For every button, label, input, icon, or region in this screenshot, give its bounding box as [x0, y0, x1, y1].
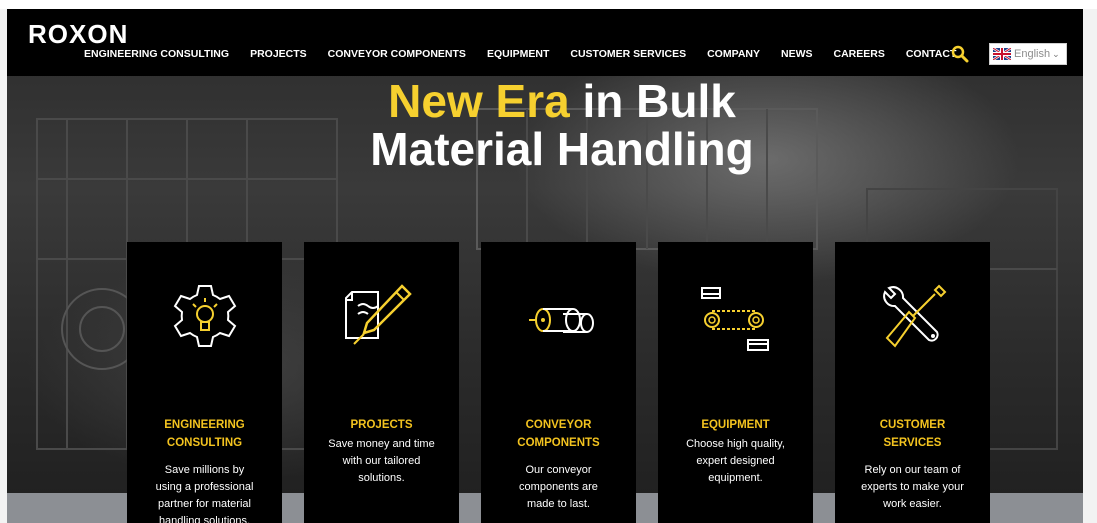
- card-projects[interactable]: PROJECTS Save money and time with our ta…: [304, 242, 459, 523]
- card-title-line-2: COMPONENTS: [517, 437, 600, 449]
- headline-rest: in Bulk: [569, 75, 736, 127]
- headline-highlight: New Era: [388, 75, 570, 127]
- card-desc-line: partner for material: [158, 498, 251, 510]
- card-title: EQUIPMENT: [701, 419, 770, 431]
- nav-item-contact[interactable]: CONTACT: [906, 48, 957, 60]
- top-navigation: ROXON ENGINEERING CONSULTING PROJECTS CO…: [7, 9, 1083, 76]
- nav-item-projects[interactable]: PROJECTS: [250, 48, 307, 60]
- card-engineering-consulting[interactable]: ENGINEERING CONSULTING Save millions by …: [127, 242, 282, 523]
- headline-line-2: Material Handling: [370, 123, 754, 175]
- card-desc-line: equipment.: [708, 472, 763, 484]
- card-desc-line: handling solutions.: [158, 515, 251, 523]
- nav-item-news[interactable]: NEWS: [781, 48, 813, 60]
- card-equipment[interactable]: EQUIPMENT Choose high quality, expert de…: [658, 242, 813, 523]
- card-title-line-2: SERVICES: [883, 437, 942, 449]
- card-description: Save money and time with our tailored so…: [318, 436, 445, 487]
- search-icon[interactable]: [951, 45, 969, 63]
- card-title: CONVEYOR: [525, 419, 592, 431]
- card-desc-line: work easier.: [883, 498, 942, 510]
- nav-item-equipment[interactable]: EQUIPMENT: [487, 48, 549, 60]
- conveyor-roller-icon: [529, 308, 594, 333]
- chevron-down-icon: ⌄: [1052, 48, 1060, 59]
- hero-headline: New Era in Bulk Material Handling: [7, 77, 1083, 173]
- card-description: Our conveyor components are made to last…: [495, 462, 622, 513]
- card-customer-services[interactable]: CUSTOMER SERVICES Rely on our team of ex…: [835, 242, 990, 523]
- card-desc-line: Choose high quality,: [686, 438, 785, 450]
- card-desc-line: experts to make your: [861, 481, 964, 493]
- card-desc-line: components are: [519, 481, 598, 493]
- headline-line-1: New Era in Bulk: [7, 77, 1083, 125]
- logo[interactable]: ROXON: [28, 19, 128, 50]
- nav-menu: ENGINEERING CONSULTING PROJECTS CONVEYOR…: [84, 48, 977, 60]
- card-desc-line: Save millions by: [164, 464, 245, 476]
- card-desc-line: Our conveyor: [525, 464, 592, 476]
- card-desc-line: Save money and time: [328, 438, 435, 450]
- card-desc-line: made to last.: [527, 498, 590, 510]
- card-description: Save millions by using a professional pa…: [141, 462, 268, 523]
- card-title: CUSTOMER: [879, 419, 946, 431]
- card-desc-line: with our tailored: [342, 455, 421, 467]
- card-conveyor-components[interactable]: CONVEYOR COMPONENTS Our conveyor compone…: [481, 242, 636, 523]
- card-title: PROJECTS: [350, 419, 413, 431]
- card-title: ENGINEERING: [164, 419, 245, 431]
- language-selector[interactable]: English ⌄: [989, 43, 1067, 65]
- card-desc-line: solutions.: [358, 472, 405, 484]
- card-desc-line: Rely on our team of: [864, 464, 961, 476]
- nav-item-customer-services[interactable]: CUSTOMER SERVICES: [570, 48, 686, 60]
- card-desc-line: expert designed: [696, 455, 775, 467]
- card-description: Choose high quality, expert designed equ…: [672, 436, 799, 487]
- nav-item-company[interactable]: COMPANY: [707, 48, 760, 60]
- card-description: Rely on our team of experts to make your…: [849, 462, 976, 513]
- hero-section: ROXON ENGINEERING CONSULTING PROJECTS CO…: [7, 9, 1083, 523]
- scrollbar-track[interactable]: [1083, 9, 1097, 523]
- card-desc-line: using a professional: [155, 481, 254, 493]
- nav-item-conveyor-components[interactable]: CONVEYOR COMPONENTS: [328, 48, 466, 60]
- language-label: English: [1014, 48, 1051, 60]
- nav-item-engineering-consulting[interactable]: ENGINEERING CONSULTING: [84, 48, 229, 60]
- lightbulb-gear-icon: [173, 285, 237, 347]
- document-pen-icon: [345, 284, 412, 345]
- wrench-screwdriver-icon: [883, 284, 947, 348]
- conveyor-belt-icon: [701, 287, 769, 351]
- uk-flag-icon: [993, 48, 1011, 60]
- card-title-line-2: CONSULTING: [166, 437, 243, 449]
- top-edge: [0, 0, 1097, 9]
- nav-item-careers[interactable]: CAREERS: [833, 48, 884, 60]
